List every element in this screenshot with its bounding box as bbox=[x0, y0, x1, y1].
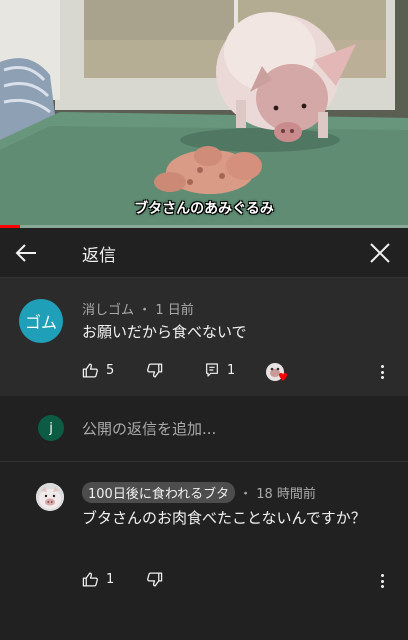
add-reply-row: j bbox=[0, 396, 408, 462]
avatar[interactable]: ゴム bbox=[19, 299, 63, 343]
thumb-down-icon bbox=[147, 572, 163, 587]
pig-avatar-icon bbox=[36, 483, 64, 511]
reply-icon bbox=[206, 363, 218, 377]
reply-text: ブタさんのお肉食べたことないんですか？ bbox=[82, 509, 366, 527]
dislike-button[interactable] bbox=[146, 362, 163, 379]
creator-heart bbox=[264, 362, 290, 384]
comment-actions: 5 1 bbox=[82, 362, 402, 382]
more-vert-icon[interactable] bbox=[378, 572, 386, 590]
page-title: 返信 bbox=[82, 246, 116, 266]
thumb-down-icon bbox=[147, 363, 163, 378]
parent-comment: ゴム 消しゴム ・ 1 日前 お願いだから食べないで 5 1 bbox=[0, 278, 408, 396]
reply-input[interactable] bbox=[82, 418, 382, 440]
comment-author[interactable]: 消しゴム bbox=[82, 303, 134, 318]
replies-header: 返信 bbox=[0, 228, 408, 278]
video-player[interactable]: ブタさんのあみぐるみ bbox=[0, 0, 408, 228]
reply-time: 18 時間前 bbox=[256, 487, 316, 502]
arrow-left-icon bbox=[15, 244, 36, 262]
video-frame bbox=[0, 0, 408, 228]
meta-separator: ・ bbox=[239, 487, 253, 502]
more-vert-icon[interactable] bbox=[378, 363, 386, 381]
video-caption: ブタさんのあみぐるみ bbox=[134, 201, 274, 217]
reply-author-chip[interactable]: 100日後に食われるブタ bbox=[82, 482, 236, 503]
like-button[interactable]: 5 bbox=[82, 362, 114, 379]
thumb-up-icon bbox=[82, 572, 98, 587]
comment-text: お願いだから食べないで bbox=[82, 323, 247, 341]
reply-comment: 100日後に食われるブタ ・ 18 時間前 ブタさんのお肉食べたことないんですか… bbox=[0, 462, 408, 640]
avatar-text: ゴム bbox=[24, 313, 57, 332]
close-button[interactable] bbox=[366, 239, 394, 267]
user-avatar: j bbox=[38, 415, 64, 441]
user-avatar-letter: j bbox=[49, 420, 53, 436]
comment-time: 1 日前 bbox=[155, 303, 194, 318]
like-button[interactable]: 1 bbox=[82, 571, 114, 588]
reply-meta: 100日後に食われるブタ ・ 18 時間前 bbox=[82, 482, 316, 503]
creator-heart-icon bbox=[266, 363, 287, 381]
like-count: 5 bbox=[106, 363, 115, 378]
back-button[interactable] bbox=[12, 238, 42, 268]
comment-meta: 消しゴム ・ 1 日前 bbox=[82, 299, 194, 318]
close-icon bbox=[370, 243, 390, 263]
reply-count-button[interactable]: 1 bbox=[204, 362, 235, 378]
reply-actions: 1 bbox=[82, 571, 402, 591]
like-count: 1 bbox=[106, 572, 115, 587]
avatar[interactable] bbox=[36, 483, 64, 511]
thumb-up-icon bbox=[82, 363, 98, 378]
dislike-button[interactable] bbox=[146, 571, 163, 588]
reply-count: 1 bbox=[227, 362, 236, 378]
meta-separator: ・ bbox=[138, 303, 152, 318]
